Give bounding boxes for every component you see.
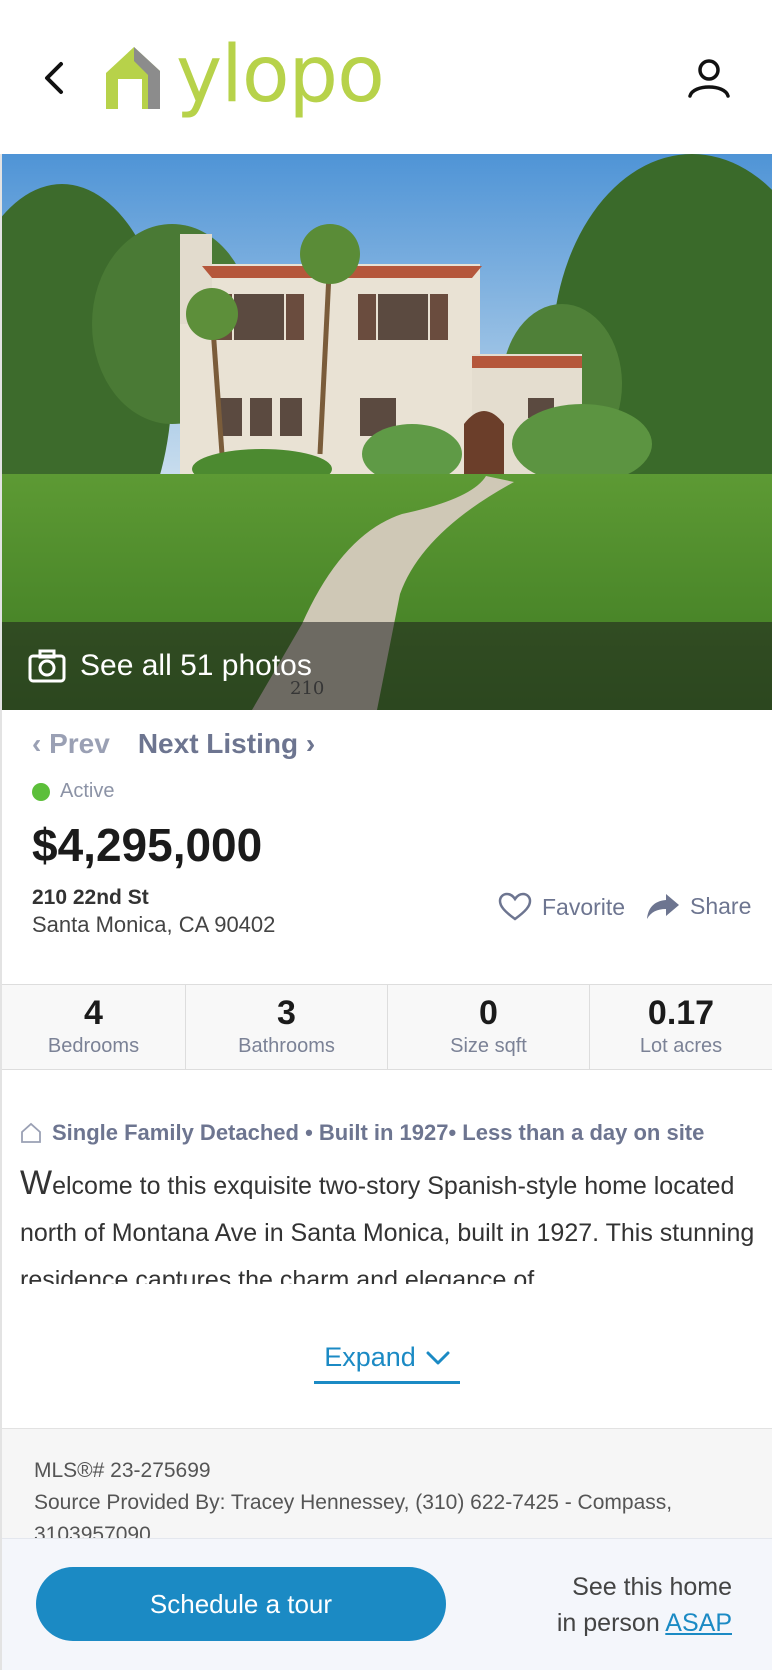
status-label: Active <box>60 780 115 802</box>
mls-info: MLS®# 23-275699 Source Provided By: Trac… <box>2 1428 772 1538</box>
listing-navigation: ‹ Prev Next Listing › <box>32 728 315 760</box>
asap-link[interactable]: ASAP <box>665 1609 732 1637</box>
stat-value: 4 <box>84 993 103 1032</box>
stat-bedrooms: 4 Bedrooms <box>2 985 186 1069</box>
app-header: ylopo <box>0 0 772 154</box>
next-listing-link[interactable]: Next Listing › <box>138 728 315 760</box>
mls-source: Source Provided By: Tracey Hennessey, (3… <box>34 1491 673 1538</box>
home-outline-icon <box>21 1122 41 1143</box>
bottom-cta-bar: Schedule a tour See this home in person … <box>2 1538 772 1670</box>
see-home-line2-text: in person <box>556 1609 666 1637</box>
prev-listing-link[interactable]: ‹ Prev <box>32 728 110 760</box>
logo-wordmark: ylopo <box>176 30 385 120</box>
stat-lot: 0.17 Lot acres <box>590 985 772 1069</box>
property-summary: Single Family Detached • Built in 1927• … <box>20 1120 704 1146</box>
see-all-photos-button[interactable]: See all 51 photos <box>2 622 772 710</box>
stat-value: 0.17 <box>647 993 715 1032</box>
chevron-left-icon <box>45 62 63 94</box>
schedule-tour-button[interactable]: Schedule a tour <box>36 1567 446 1641</box>
stat-value: 0 <box>479 993 498 1032</box>
address-city: Santa Monica, CA 90402 <box>32 912 276 937</box>
heart-icon <box>498 892 532 921</box>
house-logo-icon <box>106 47 160 109</box>
camera-icon <box>28 649 66 683</box>
status-dot-icon <box>32 782 50 801</box>
mls-number: MLS®# 23-275699 <box>34 1459 211 1482</box>
favorite-label: Favorite <box>542 893 626 920</box>
expand-button[interactable]: Expand <box>314 1334 460 1384</box>
summary-text: Single Family Detached • Built in 1927• … <box>52 1120 705 1145</box>
user-icon <box>688 59 730 98</box>
see-home-text: See this home in person ASAP <box>557 1569 732 1641</box>
property-stats: 4 Bedrooms 3 Bathrooms 0 Size sqft 0.17 … <box>2 984 772 1070</box>
stat-label: Bedrooms <box>47 1035 140 1058</box>
chevron-down-icon <box>426 1351 450 1364</box>
expand-label: Expand <box>324 1342 416 1372</box>
listing-price: $4,295,000 <box>32 819 263 871</box>
favorite-button[interactable]: Favorite <box>498 892 625 922</box>
hero-photo[interactable]: 210 See all 51 photos <box>2 154 772 710</box>
share-button[interactable]: Share <box>646 892 751 920</box>
stat-value: 3 <box>277 993 296 1032</box>
stat-label: Size sqft <box>450 1035 527 1058</box>
account-button[interactable] <box>684 56 734 100</box>
back-button[interactable] <box>36 56 72 100</box>
see-home-line1: See this home <box>572 1573 732 1601</box>
ylopo-logo[interactable]: ylopo <box>104 30 385 126</box>
share-label: Share <box>690 892 752 919</box>
see-all-photos-label: See all 51 photos <box>80 649 312 682</box>
stat-label: Lot acres <box>639 1035 723 1058</box>
see-home-line2: in person ASAP <box>557 1605 732 1641</box>
listing-status: Active <box>32 780 114 803</box>
listing-description: Welcome to this exquisite two-story Span… <box>20 1164 755 1284</box>
address-street: 210 22nd St <box>32 886 149 909</box>
stat-bathrooms: 3 Bathrooms <box>186 985 388 1069</box>
share-arrow-icon <box>647 894 679 919</box>
stat-label: Bathrooms <box>238 1035 335 1058</box>
stat-size: 0 Size sqft <box>388 985 590 1069</box>
